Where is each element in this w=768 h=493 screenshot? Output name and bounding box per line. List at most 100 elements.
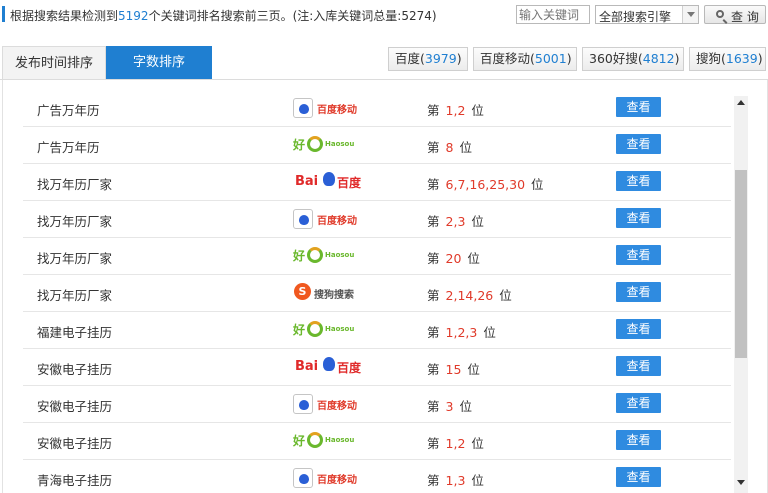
row-engine: 好 Haosou: [293, 429, 373, 453]
rank-positions: 1,2: [445, 436, 466, 451]
engine-filter-sogou[interactable]: 搜狗(1639): [689, 47, 766, 71]
rank-positions: 20: [445, 251, 462, 266]
baidu-logo-bai: Bai: [295, 174, 319, 189]
engine-select[interactable]: 全部搜索引擎: [595, 5, 699, 24]
table-row: 找万年历厂家 百度移动 第 2,3 位 查看: [23, 201, 731, 238]
row-keyword: 安徽电子挂历: [37, 436, 113, 451]
row-engine: 好 Haosou: [293, 318, 373, 342]
row-rank: 第3位: [427, 396, 472, 415]
engine-filter-baidu-mobile[interactable]: 百度移动(5001): [473, 47, 577, 71]
view-button[interactable]: 查看: [616, 467, 661, 487]
row-keyword: 青海电子挂历: [37, 473, 113, 488]
rank-suffix: 位: [483, 325, 496, 340]
engine-filter-count: 4812: [642, 51, 675, 66]
view-button[interactable]: 查看: [616, 319, 661, 339]
rank-positions: 1,3: [445, 473, 466, 488]
table-row: 广告万年历 百度移动 第 1,2 位 查看: [23, 90, 731, 127]
baidu-mobile-logo-text: 百度移动: [317, 216, 357, 227]
query-button-label: 查 询: [731, 10, 759, 24]
rank-suffix: 位: [459, 399, 472, 414]
baidu-paw-icon: [293, 468, 313, 488]
title-accent: [2, 6, 5, 22]
scrollbar-thumb[interactable]: [735, 170, 747, 358]
query-button[interactable]: 查 询: [704, 5, 766, 24]
rank-suffix: 位: [467, 251, 480, 266]
rank-positions: 6,7,16,25,30: [445, 177, 526, 192]
table-row: 广告万年历 好 Haosou 第 8 位 查看: [23, 127, 731, 164]
view-button[interactable]: 查看: [616, 245, 661, 265]
scroll-down-icon[interactable]: [737, 480, 745, 485]
baidu-paw-icon: [293, 394, 313, 414]
baidu-mobile-logo-text: 百度移动: [317, 475, 357, 486]
rank-positions: 8: [445, 140, 454, 155]
rank-suffix: 位: [499, 288, 512, 303]
row-engine: 好 Haosou: [293, 133, 373, 157]
baidu-mobile-logo-text: 百度移动: [317, 401, 357, 412]
row-engine: 百度移动: [293, 466, 373, 490]
rank-suffix: 位: [471, 436, 484, 451]
engine-filter-360[interactable]: 360好搜(4812): [582, 47, 684, 71]
haosou-logo-text: 好: [293, 323, 306, 337]
row-rank: 第 1,2 位: [427, 100, 484, 119]
engine-select-value: 全部搜索引擎: [599, 10, 672, 24]
haosou-logo-sub: Haosou: [325, 325, 355, 333]
rank-prefix: 第: [427, 288, 440, 303]
row-engine: Bai 百度: [293, 170, 373, 194]
baidu-paw-icon: [293, 209, 313, 229]
keyword-count: 5192: [118, 9, 149, 23]
view-button[interactable]: 查看: [616, 171, 661, 191]
rank-prefix: 第: [427, 362, 440, 377]
baidu-paw-icon: [323, 357, 335, 371]
engine-filter-baidu[interactable]: 百度(3979): [388, 47, 468, 71]
view-button[interactable]: 查看: [616, 97, 661, 117]
scrollbar[interactable]: [734, 96, 748, 493]
row-rank: 第 2,14,26 位: [427, 285, 512, 304]
view-button[interactable]: 查看: [616, 393, 661, 413]
keyword-search-input[interactable]: [516, 5, 590, 24]
haosou-logo-text: 好: [293, 249, 306, 263]
baidu-mobile-logo-text: 百度移动: [317, 105, 357, 116]
view-button[interactable]: 查看: [616, 430, 661, 450]
tab-publish-time[interactable]: 发布时间排序: [2, 46, 106, 79]
engine-filter-label: 百度移动: [480, 51, 531, 66]
row-engine: Bai 百度: [293, 355, 373, 379]
row-rank: 第 1,2,3 位: [427, 322, 496, 341]
summary-prefix: 根据搜索结果检测到: [10, 9, 119, 23]
rank-suffix: 位: [471, 103, 484, 118]
results-panel: 广告万年历 百度移动 第 1,2 位查看 广告万年历 好 Haosou 第 8 位查看 找万…: [2, 80, 768, 493]
tab-word-count[interactable]: 字数排序: [106, 46, 212, 79]
haosou-magnifier-icon: [307, 136, 323, 152]
table-row: 安徽电子挂历 百度移动 第 3 位 查看: [23, 386, 731, 423]
row-keyword: 广告万年历: [37, 140, 100, 155]
chevron-down-icon[interactable]: [682, 6, 698, 23]
row-engine: 百度移动: [293, 207, 373, 231]
haosou-magnifier-icon: [307, 432, 323, 448]
haosou-magnifier-icon: [307, 247, 323, 263]
engine-filter-count: 3979: [424, 51, 457, 66]
rank-prefix: 第: [427, 473, 440, 488]
view-button[interactable]: 查看: [616, 356, 661, 376]
rank-prefix: 第: [427, 436, 440, 451]
view-button[interactable]: 查看: [616, 134, 661, 154]
table-row: 找万年历厂家 S 搜狗搜索 第 2,14,26 位 查看: [23, 275, 731, 312]
baidu-logo-du: 百度: [337, 361, 362, 375]
table-row: 青海电子挂历 百度移动 第 1,3 位 查看: [23, 460, 731, 493]
rank-suffix: 位: [471, 214, 484, 229]
row-rank: 第 20 位: [427, 248, 480, 267]
summary-text: 根据搜索结果检测到5192个关键词排名搜索前三页。(注:入库关键词总量:5274…: [10, 7, 437, 24]
rank-suffix: 位: [531, 177, 544, 192]
rank-prefix: 第: [427, 399, 440, 414]
row-rank: 第8位: [427, 137, 472, 156]
rank-positions: 15: [445, 362, 462, 377]
rank-prefix: 第: [427, 103, 440, 118]
view-button[interactable]: 查看: [616, 282, 661, 302]
scroll-up-icon[interactable]: [737, 100, 745, 105]
table-row: 找万年历厂家 Bai 百度 第 6,7,16,25,30 位 查看: [23, 164, 731, 201]
results-list: 广告万年历 百度移动 第 1,2 位查看 广告万年历 好 Haosou 第 8 位查看 找万…: [23, 90, 731, 493]
rank-prefix: 第: [427, 140, 440, 155]
view-button[interactable]: 查看: [616, 208, 661, 228]
engine-filter-label: 搜狗: [696, 51, 722, 66]
baidu-logo-bai: Bai: [295, 359, 319, 374]
row-engine: 百度移动: [293, 392, 373, 416]
rank-suffix: 位: [459, 140, 472, 155]
